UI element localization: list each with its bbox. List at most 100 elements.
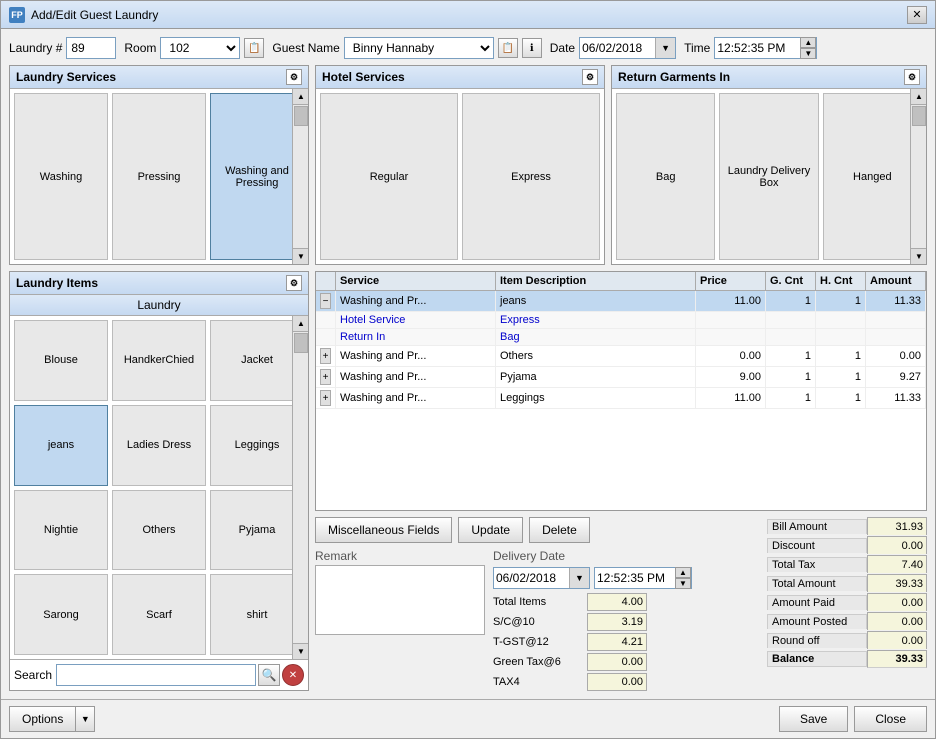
sub-row-hotel-value[interactable]: Express — [496, 312, 696, 328]
scrollbar-down-button[interactable]: ▼ — [293, 248, 308, 264]
expand-button-3[interactable]: + — [320, 369, 331, 385]
search-clear-button[interactable]: ✕ — [282, 664, 304, 686]
return-garments-header: Return Garments In ⚙ — [612, 66, 926, 89]
hotel-services-grid: Regular Express — [316, 89, 604, 264]
service-tile-bag[interactable]: Bag — [616, 93, 715, 260]
item-tile-ladies-dress[interactable]: Ladies Dress — [112, 405, 206, 486]
laundry-items-config-icon[interactable]: ⚙ — [286, 275, 302, 291]
hotel-services-panel: Hotel Services ⚙ Regular Express — [315, 65, 605, 265]
search-button[interactable]: 🔍 — [258, 664, 280, 686]
item-tile-shirt[interactable]: shirt — [210, 574, 304, 655]
service-tile-washing-pressing[interactable]: Washing and Pressing — [210, 93, 304, 260]
bill-amount-value: 31.93 — [867, 517, 927, 535]
item-tile-handkerchief[interactable]: HandkerChied — [112, 320, 206, 401]
room-edit-icon[interactable]: 📋 — [244, 38, 264, 58]
delivery-date-picker-button[interactable]: ▼ — [569, 568, 589, 588]
table-row[interactable]: − Washing and Pr... jeans 11.00 1 1 11.3… — [316, 291, 926, 312]
return-scrollbar-up[interactable]: ▲ — [911, 89, 926, 105]
sub-row-return-value[interactable]: Bag — [496, 329, 696, 345]
time-input-group: ▲ ▼ — [714, 37, 817, 59]
item-tile-nightie[interactable]: Nightie — [14, 490, 108, 571]
item-tile-pyjama[interactable]: Pyjama — [210, 490, 304, 571]
remark-textarea[interactable] — [315, 565, 485, 635]
return-scrollbar-down[interactable]: ▼ — [911, 248, 926, 264]
sub-row-return-label[interactable]: Return In — [336, 329, 496, 345]
close-window-button[interactable]: ✕ — [907, 6, 927, 24]
items-scrollbar-thumb[interactable] — [294, 333, 308, 353]
table-row[interactable]: + Washing and Pr... Others 0.00 1 1 0.00 — [316, 346, 926, 367]
laundry-services-scrollbar[interactable]: ▲ ▼ — [292, 89, 308, 264]
update-button[interactable]: Update — [458, 517, 523, 543]
row4-expand-cell[interactable]: + — [316, 388, 336, 408]
service-tile-laundry-delivery-box[interactable]: Laundry Delivery Box — [719, 93, 818, 260]
amount-posted-value: 0.00 — [867, 612, 927, 630]
date-picker-button[interactable]: ▼ — [655, 38, 675, 58]
sub-row-hotel-label[interactable]: Hotel Service — [336, 312, 496, 328]
delivery-time-down[interactable]: ▼ — [675, 578, 691, 589]
scrollbar-thumb[interactable] — [294, 106, 308, 126]
scrollbar-up-button[interactable]: ▲ — [293, 89, 308, 105]
row-expand-cell[interactable]: − — [316, 291, 336, 311]
table-row[interactable]: + Washing and Pr... Leggings 11.00 1 1 1… — [316, 388, 926, 409]
delivery-time-field[interactable] — [595, 568, 675, 588]
items-scrollbar-up[interactable]: ▲ — [293, 316, 308, 332]
misc-fields-button[interactable]: Miscellaneous Fields — [315, 517, 452, 543]
laundry-items-scrollbar[interactable]: ▲ ▼ — [292, 316, 308, 659]
options-arrow-button[interactable]: ▼ — [75, 706, 95, 732]
sub-row-g-cnt — [766, 312, 816, 328]
collapse-button[interactable]: − — [320, 293, 331, 309]
row-service-cell: Washing and Pr... — [336, 291, 496, 311]
item-tile-jeans[interactable]: jeans — [14, 405, 108, 486]
row3-expand-cell[interactable]: + — [316, 367, 336, 387]
delivery-time-up[interactable]: ▲ — [675, 567, 691, 578]
date-field[interactable] — [580, 38, 655, 58]
time-spinner: ▲ ▼ — [800, 37, 816, 59]
items-scrollbar-down[interactable]: ▼ — [293, 643, 308, 659]
options-button[interactable]: Options — [9, 706, 75, 732]
item-tile-blouse[interactable]: Blouse — [14, 320, 108, 401]
item-tile-others[interactable]: Others — [112, 490, 206, 571]
laundry-services-config-icon[interactable]: ⚙ — [286, 69, 302, 85]
service-tile-express[interactable]: Express — [462, 93, 600, 260]
save-button[interactable]: Save — [779, 706, 848, 732]
time-field[interactable] — [715, 38, 800, 58]
amount-paid-label: Amount Paid — [767, 595, 867, 610]
service-tile-pressing[interactable]: Pressing — [112, 93, 206, 260]
expand-button-2[interactable]: + — [320, 348, 331, 364]
room-select[interactable]: 102 — [160, 37, 240, 59]
expand-button-4[interactable]: + — [320, 390, 331, 406]
guest-edit-icon[interactable]: 📋 — [498, 38, 518, 58]
return-scrollbar-thumb[interactable] — [912, 106, 926, 126]
service-tile-hanged[interactable]: Hanged — [823, 93, 922, 260]
search-input[interactable] — [56, 664, 256, 686]
item-tile-sarong[interactable]: Sarong — [14, 574, 108, 655]
guest-info-icon[interactable]: ℹ — [522, 38, 542, 58]
total-tax-row: Total Tax 7.40 — [767, 555, 927, 573]
service-tile-regular[interactable]: Regular — [320, 93, 458, 260]
time-up-button[interactable]: ▲ — [800, 37, 816, 48]
item-tile-leggings[interactable]: Leggings — [210, 405, 304, 486]
row2-price-cell: 0.00 — [696, 346, 766, 366]
row3-price-cell: 9.00 — [696, 367, 766, 387]
time-down-button[interactable]: ▼ — [800, 48, 816, 59]
delivery-date-field[interactable] — [494, 568, 569, 588]
guest-name-select[interactable]: Binny Hannaby — [344, 37, 494, 59]
green-tax-row: Green Tax@6 0.00 — [493, 653, 692, 671]
return-garments-config-icon[interactable]: ⚙ — [904, 69, 920, 85]
table-row[interactable]: + Washing and Pr... Pyjama 9.00 1 1 9.27 — [316, 367, 926, 388]
return-garments-panel: Return Garments In ⚙ Bag Laundry Deliver… — [611, 65, 927, 265]
item-tile-scarf[interactable]: Scarf — [112, 574, 206, 655]
hotel-services-config-icon[interactable]: ⚙ — [582, 69, 598, 85]
remark-delivery-row: Remark Delivery Date ▼ — [315, 549, 759, 691]
round-off-row: Round off 0.00 — [767, 631, 927, 649]
laundry-number-input[interactable] — [66, 37, 116, 59]
table-sub-row: Hotel Service Express — [316, 312, 926, 329]
close-button[interactable]: Close — [854, 706, 927, 732]
item-tile-jacket[interactable]: Jacket — [210, 320, 304, 401]
return-garments-scrollbar[interactable]: ▲ ▼ — [910, 89, 926, 264]
col-price: Price — [696, 272, 766, 290]
delete-button[interactable]: Delete — [529, 517, 590, 543]
service-tile-washing[interactable]: Washing — [14, 93, 108, 260]
row2-expand-cell[interactable]: + — [316, 346, 336, 366]
table-header: Service Item Description Price G. Cnt H.… — [316, 272, 926, 291]
